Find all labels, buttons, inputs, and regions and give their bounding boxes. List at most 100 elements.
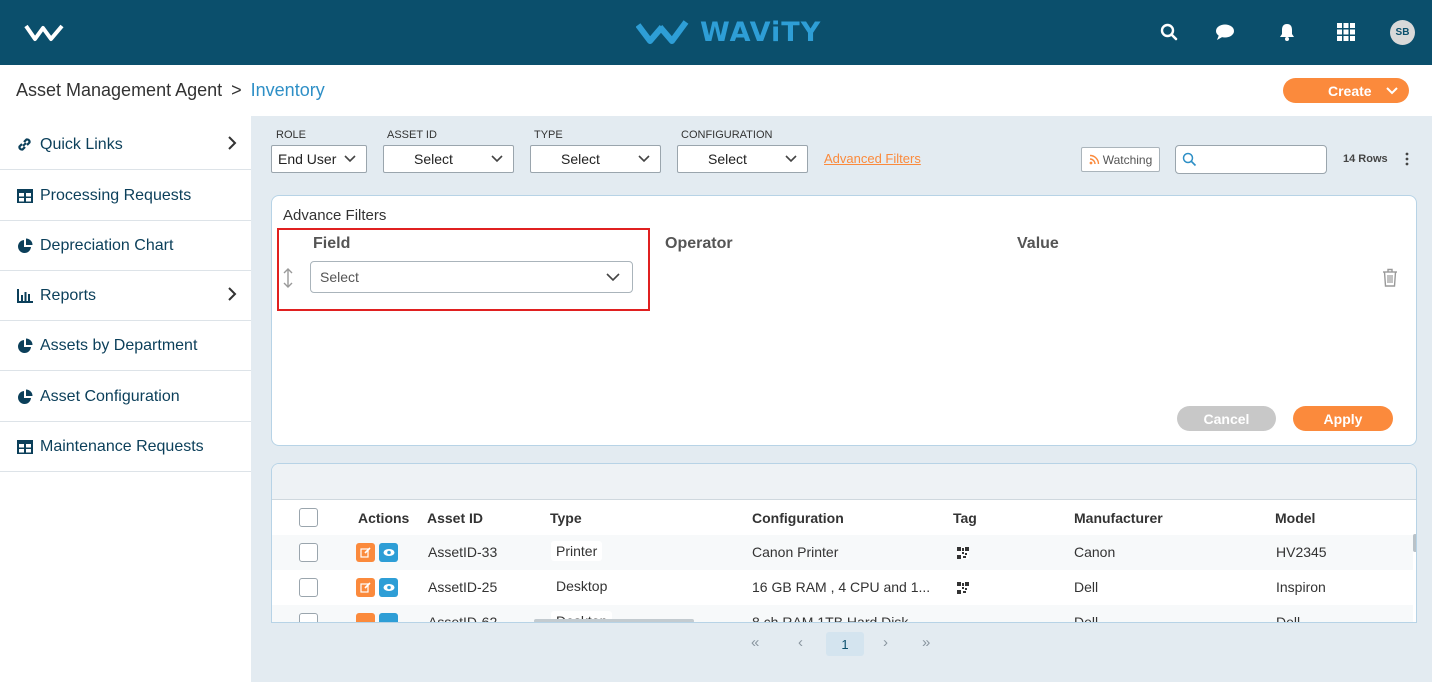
chat-icon[interactable] [1214,21,1236,43]
row-checkbox[interactable] [299,613,318,622]
configuration-select[interactable]: Select [677,145,808,173]
role-select[interactable]: End User [271,145,367,173]
rows-count: 14 Rows [1343,153,1388,165]
sidebar-item-assets-by-department[interactable]: Assets by Department [0,321,251,371]
trash-icon[interactable] [1382,268,1398,287]
breadcrumb-current[interactable]: Inventory [251,80,325,101]
chevron-down-icon [491,155,503,163]
bar-chart-icon [16,287,33,304]
select-all-checkbox[interactable] [299,508,318,527]
sidebar-item-depreciation-chart[interactable]: Depreciation Chart [0,221,251,271]
chevron-down-icon [638,155,650,163]
manufacturer-cell: Dell [1074,579,1099,595]
table-icon [16,187,33,204]
sidebar-item-label: Depreciation Chart [40,236,174,254]
column-header-actions[interactable]: Actions [358,510,409,526]
row-checkbox[interactable] [299,578,318,597]
view-button[interactable] [379,543,398,562]
sidebar-item-maintenance-requests[interactable]: Maintenance Requests [0,422,251,472]
sidebar-item-reports[interactable]: Reports [0,271,251,321]
sidebar-item-label: Quick Links [40,135,123,153]
qr-code-icon[interactable] [957,582,969,594]
asset-id-filter-label: ASSET ID [387,129,437,141]
user-avatar[interactable]: SB [1390,20,1415,45]
drag-handle-icon[interactable] [283,268,293,288]
vertical-scrollbar[interactable] [1413,534,1416,552]
create-button[interactable]: Create [1283,78,1409,103]
table-row[interactable]: AssetID-25 Desktop 16 GB RAM , 4 CPU and… [272,570,1413,605]
row-checkbox[interactable] [299,543,318,562]
column-header-manufacturer[interactable]: Manufacturer [1074,510,1163,526]
table-search-input[interactable] [1175,145,1327,174]
column-header-model[interactable]: Model [1275,510,1315,526]
chevron-right-icon [228,136,237,150]
qr-code-icon[interactable] [957,547,969,559]
table-toolbar [272,464,1416,500]
advanced-filters-link[interactable]: Advanced Filters [824,151,921,166]
field-select-value: Select [320,269,359,285]
chevron-down-icon[interactable] [1385,83,1399,97]
edit-button[interactable] [356,613,375,622]
sidebar-item-label: Reports [40,286,97,304]
model-cell: Dell [1276,614,1301,623]
wavity-logo-icon[interactable] [24,22,64,44]
configuration-cell: Canon Printer [752,544,839,560]
breadcrumb-parent[interactable]: Asset Management Agent [16,80,222,101]
asset-id-select-value: Select [414,151,453,167]
next-page-button[interactable]: › [883,634,888,651]
column-header-configuration[interactable]: Configuration [752,510,844,526]
field-column-header: Field [313,235,351,252]
column-header-asset-id[interactable]: Asset ID [427,510,483,526]
chevron-down-icon [785,155,797,163]
breadcrumb: Asset Management Agent > Inventory [16,80,325,101]
first-page-button[interactable]: « [751,634,759,651]
table-row[interactable]: AssetID-33 Printer Canon Printer Canon H… [272,535,1413,570]
watching-button[interactable]: Watching [1081,147,1160,172]
configuration-cell: 16 GB RAM , 4 CPU and 1... [752,579,931,595]
sidebar-item-asset-configuration[interactable]: Asset Configuration [0,372,251,422]
last-page-button[interactable]: » [922,634,930,651]
role-filter-label: ROLE [276,129,306,141]
wavity-brand-icon [636,20,689,44]
bell-icon[interactable] [1276,21,1298,43]
asset-id-cell[interactable]: AssetID-33 [428,544,497,560]
asset-id-select[interactable]: Select [383,145,514,173]
manufacturer-cell: Canon [1074,544,1116,560]
view-button[interactable] [379,578,398,597]
table-row[interactable]: AssetID-62 Desktop 8 ch RAM 1TB Hard Dis… [272,605,1413,623]
edit-button[interactable] [356,578,375,597]
apps-grid-icon[interactable] [1335,21,1357,43]
search-icon [1182,152,1197,167]
sidebar-item-quick-links[interactable]: Quick Links [0,120,251,170]
sidebar-item-label: Asset Configuration [40,387,180,405]
sidebar-item-label: Assets by Department [40,336,198,354]
assets-table: Actions Asset ID Type Configuration Tag … [271,463,1417,623]
cancel-button[interactable]: Cancel [1177,406,1276,431]
sidebar-item-processing-requests[interactable]: Processing Requests [0,171,251,221]
type-select[interactable]: Select [530,145,661,173]
operator-column-header: Operator [665,235,733,252]
asset-id-cell[interactable]: AssetID-62 [428,614,497,622]
edit-icon [360,547,371,558]
asset-id-cell[interactable]: AssetID-25 [428,579,497,595]
edit-button[interactable] [356,543,375,562]
value-column-header: Value [1017,235,1059,252]
previous-page-button[interactable]: ‹ [798,634,803,651]
manufacturer-cell: Dell [1074,614,1099,623]
current-page[interactable]: 1 [826,632,864,656]
field-select[interactable]: Select [310,261,633,293]
sidebar-item-label: Processing Requests [40,186,192,204]
horizontal-scrollbar[interactable] [534,619,694,622]
column-header-type[interactable]: Type [550,510,582,526]
table-icon [16,438,33,455]
model-cell: HV2345 [1276,544,1327,560]
eye-icon [383,549,394,556]
column-header-tag[interactable]: Tag [953,510,977,526]
chevron-down-icon [344,155,356,163]
apply-button[interactable]: Apply [1293,406,1393,431]
view-button[interactable] [379,613,398,622]
sidebar: Quick Links Processing Requests Deprecia… [0,116,251,682]
type-filter-label: TYPE [534,129,563,141]
search-icon[interactable] [1158,21,1180,43]
more-options-icon[interactable] [1402,151,1412,167]
